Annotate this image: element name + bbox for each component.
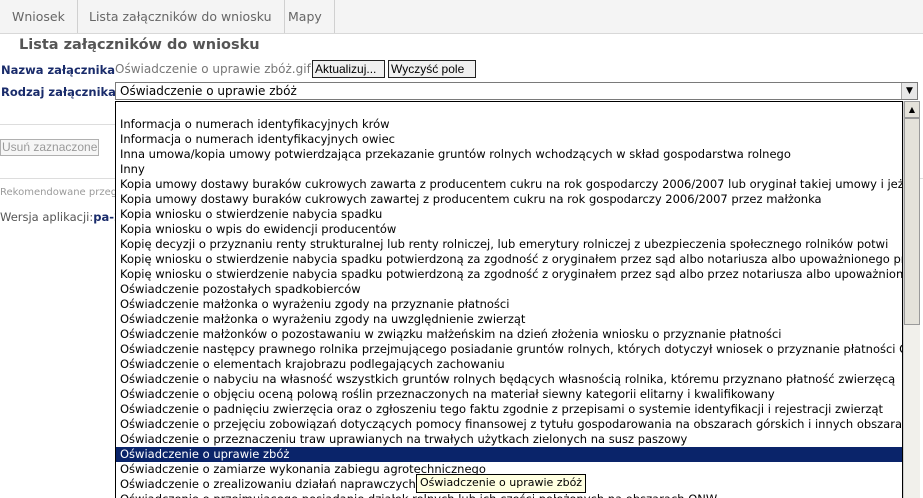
attachment-type-label: Rodzaj załącznika bbox=[1, 85, 116, 99]
dropdown-option[interactable]: Oświadczenie o przeznaczeniu traw upraw­… bbox=[116, 432, 902, 447]
attachment-file-name: Oświadczenie o uprawie zbóż.gif bbox=[115, 62, 311, 76]
dropdown-option[interactable]: Oświadczenie małżonka o wyrażeniu zgody … bbox=[116, 297, 902, 312]
attachment-type-select[interactable]: Oświadczenie o uprawie zbóż ▼ bbox=[115, 82, 918, 100]
dropdown-option[interactable]: Oświadczenie o uprawie zbóż bbox=[116, 447, 902, 462]
selected-type-value: Oświadczenie o uprawie zbóż bbox=[120, 84, 297, 98]
dropdown-option[interactable]: Kopię wniosku o stwierdzenie nabycia spa… bbox=[116, 252, 902, 267]
dropdown-option[interactable] bbox=[116, 102, 902, 117]
option-tooltip: Oświadczenie o uprawie zbóż bbox=[416, 474, 587, 493]
attachment-name-label: Nazwa załącznika bbox=[1, 63, 115, 77]
tab-wniosek[interactable]: Wniosek bbox=[0, 0, 78, 33]
dropdown-option[interactable]: Oświadczenie małżonków o pozostawaniu w … bbox=[116, 327, 902, 342]
tab-mapy[interactable]: Mapy bbox=[276, 0, 335, 33]
delete-selected-button[interactable]: Usuń zaznaczone bbox=[0, 139, 100, 156]
attachment-type-dropdown-list[interactable]: Informacja o numerach identyfikacyjnych … bbox=[115, 101, 903, 498]
dropdown-option[interactable]: Oświadczenie o padnięciu zwierzęcia oraz… bbox=[116, 402, 902, 417]
tab-attachments-list[interactable]: Lista załączników do wniosku bbox=[77, 0, 285, 33]
chevron-down-icon[interactable]: ▼ bbox=[901, 83, 917, 99]
dropdown-option[interactable]: Inna umowa/kopia umowy potwierdzająca pr… bbox=[116, 147, 902, 162]
update-button[interactable]: Aktualizuj... bbox=[312, 60, 385, 78]
dropdown-option[interactable]: Oświadczenie pozostałych spadkobierców bbox=[116, 282, 902, 297]
dropdown-option[interactable]: Kopia umowy dostawy buraków cukrowych za… bbox=[116, 192, 902, 207]
clear-field-button[interactable]: Wyczyść pole bbox=[388, 60, 476, 78]
divider bbox=[0, 124, 115, 125]
dropdown-option[interactable]: Kopia umowy dostawy buraków cukrowych za… bbox=[116, 177, 902, 192]
tab-bar: Wniosek Lista załączników do wniosku Map… bbox=[0, 0, 923, 34]
app-version: Wersja aplikacji:pa-20 bbox=[0, 210, 130, 224]
version-label: Wersja aplikacji: bbox=[0, 210, 94, 224]
dropdown-option[interactable]: Oświadczenie o elementach krajobrazu pod… bbox=[116, 357, 902, 372]
dropdown-option[interactable]: Oświadczenie o objęciu oceną polową rośl… bbox=[116, 387, 902, 402]
divider bbox=[0, 178, 115, 179]
dropdown-option[interactable]: Oświadczenie następcy prawnego rolnika p… bbox=[116, 342, 902, 357]
dropdown-option[interactable]: Kopię wniosku o stwierdzenie nabycia spa… bbox=[116, 267, 902, 282]
dropdown-option[interactable]: Oświadczenie małżonka o wyrażeniu zgody … bbox=[116, 312, 902, 327]
recommended-browsers-text: Rekomendowane przegl bbox=[0, 187, 120, 198]
scroll-thumb[interactable] bbox=[904, 118, 920, 325]
dropdown-option[interactable]: Informacja o numerach identyfikacyjnych … bbox=[116, 132, 902, 147]
scroll-up-icon[interactable]: ▲ bbox=[904, 101, 920, 118]
dropdown-option[interactable]: Inny bbox=[116, 162, 902, 177]
page-title: Lista załączników do wniosku bbox=[19, 37, 260, 53]
dropdown-scrollbar[interactable]: ▲ bbox=[903, 101, 920, 498]
dropdown-option[interactable]: Kopia wniosku o stwierdzenie nabycia spa… bbox=[116, 207, 902, 222]
dropdown-option[interactable]: Oświadczenie o nabyciu na własność wszys… bbox=[116, 372, 902, 387]
dropdown-option[interactable]: Informacja o numerach identyfikacyjnych … bbox=[116, 117, 902, 132]
dropdown-option[interactable]: Kopię decyzji o przyznaniu renty struktu… bbox=[116, 237, 902, 252]
dropdown-option[interactable]: Oświadczenie o przejęciu zobowiązań doty… bbox=[116, 417, 902, 432]
dropdown-option[interactable]: Kopia wniosku o wpis do ewidencji produc… bbox=[116, 222, 902, 237]
